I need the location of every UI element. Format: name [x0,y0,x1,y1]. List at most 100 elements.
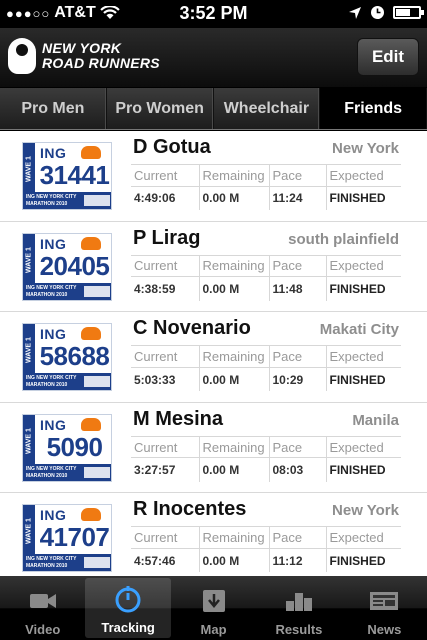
pace: 11:48 [269,276,327,301]
tab-results-label: Results [275,622,323,637]
col-remaining-label: Remaining [199,526,270,549]
col-pace-label: Pace [269,345,327,368]
bib-footer: ING NEW YORK CITY MARATHON 2010 [23,192,111,209]
bib-wave-label: WAVE 1 [23,505,35,558]
pace: 08:03 [269,457,327,482]
sponsor-badge-icon [84,466,110,478]
remaining-distance: 0.00 M [199,366,270,392]
lion-logo-icon [81,236,101,250]
remaining-distance: 0.00 M [199,185,270,210]
runner-city: south plainfield [288,230,399,248]
tab-map-label: Map [200,622,227,637]
remaining-distance: 0.00 M [199,548,270,573]
bib-brand: ING [40,235,67,252]
col-expected-label: Expected [326,345,401,368]
runner-row[interactable]: WAVE 1 ING 31441 ING NEW YORK CITY MARAT… [0,131,427,222]
tab-news[interactable]: News [342,576,427,640]
expected-finish: FINISHED [326,457,401,482]
race-bib: WAVE 1 ING 58688 ING NEW YORK CITY MARAT… [22,323,112,392]
current-time: 4:38:59 [131,276,200,301]
runner-row[interactable]: WAVE 1 ING 5090 ING NEW YORK CITY MARATH… [0,402,427,494]
newspaper-icon [369,586,399,616]
bib-number: 58688 [39,341,110,372]
runner-name: D Gotua [133,136,211,158]
sponsor-badge-icon [84,285,110,297]
current-time: 5:03:33 [131,366,200,392]
bib-number: 31441 [39,160,110,190]
runner-stats: Current Remaining Pace Expected 4:49:06 … [131,164,401,210]
tab-video[interactable]: Video [0,576,85,640]
tab-video-label: Video [25,622,61,637]
current-time: 4:49:06 [131,185,200,210]
runner-name: C Novenario [133,317,251,340]
col-expected-label: Expected [326,526,401,549]
segment-wheelchair[interactable]: Wheelchair [214,88,321,129]
bib-number: 5090 [46,431,103,462]
bib-brand: ING [40,145,67,161]
col-current-label: Current [131,345,200,368]
col-current-label: Current [131,254,200,277]
segment-friends[interactable]: Friends [320,88,427,129]
col-pace-label: Pace [269,164,327,187]
race-bib: WAVE 1 ING 5090 ING NEW YORK CITY MARATH… [22,413,112,482]
runner-row[interactable]: WAVE 1 ING 58688 ING NEW YORK CITY MARAT… [0,312,427,403]
bib-number: 20405 [39,250,110,281]
pace: 10:29 [269,366,327,392]
col-expected-label: Expected [326,254,401,277]
logo-line-1: NEW YORK [42,40,122,56]
race-bib: WAVE 1 ING 41707 ING NEW YORK CITY MARAT… [22,504,112,573]
col-expected-label: Expected [326,435,401,458]
status-bar: ●●●○○ AT&T 3:52 PM [0,0,427,28]
app-header: NEW YORK ROAD RUNNERS Edit [0,28,427,88]
pace: 11:24 [269,185,327,210]
results-bars-icon [284,586,314,616]
segment-pro-women[interactable]: Pro Women [107,88,214,129]
runner-city: Manila [352,411,399,429]
stopwatch-icon [113,584,143,614]
col-current-label: Current [131,164,200,187]
lion-logo-icon [81,417,101,431]
bib-brand: ING [40,507,67,524]
expected-finish: FINISHED [326,185,401,210]
runner-row[interactable]: WAVE 1 ING 41707 ING NEW YORK CITY MARAT… [0,493,427,576]
video-camera-icon [28,586,58,616]
edit-button[interactable]: Edit [357,38,419,76]
runner-stats: Current Remaining Pace Expected 4:38:59 … [131,254,401,301]
col-remaining-label: Remaining [199,164,270,187]
bib-wave-label: WAVE 1 [23,143,35,195]
col-remaining-label: Remaining [199,254,270,277]
runner-name: M Mesina [133,407,224,430]
runner-stats: Current Remaining Pace Expected 4:57:46 … [131,526,401,573]
tab-results[interactable]: Results [256,576,341,640]
runner-name: R Inocentes [133,498,247,521]
col-pace-label: Pace [269,435,327,458]
battery-icon [393,6,424,19]
tab-map[interactable]: Map [171,576,256,640]
segment-pro-men[interactable]: Pro Men [0,88,107,129]
col-expected-label: Expected [326,164,401,187]
runner-name: P Lirag [133,226,201,249]
bib-wave-label: WAVE 1 [23,324,35,377]
expected-finish: FINISHED [326,366,401,392]
runner-row[interactable]: WAVE 1 ING 20405 ING NEW YORK CITY MARAT… [0,221,427,313]
tab-tracking[interactable]: Tracking [85,578,171,638]
logo-text: NEW YORK ROAD RUNNERS [42,41,160,71]
runner-stats: Current Remaining Pace Expected 3:27:57 … [131,435,401,482]
sponsor-badge-icon [84,195,110,206]
logo-line-2: ROAD RUNNERS [42,55,160,71]
remaining-distance: 0.00 M [199,457,270,482]
nyrr-logo: NEW YORK ROAD RUNNERS [8,38,160,74]
race-bib: WAVE 1 ING 31441 ING NEW YORK CITY MARAT… [22,142,112,210]
tab-news-label: News [367,622,402,637]
bib-wave-label: WAVE 1 [23,414,35,467]
col-remaining-label: Remaining [199,435,270,458]
bib-brand: ING [40,416,67,433]
col-pace-label: Pace [269,254,327,277]
lion-logo-icon [81,327,101,341]
runner-list[interactable]: WAVE 1 ING 31441 ING NEW YORK CITY MARAT… [0,131,427,576]
runner-city: New York [332,140,399,157]
col-current-label: Current [131,526,200,549]
bib-footer: ING NEW YORK CITY MARATHON 2010 [23,554,111,572]
category-segmented-control: Pro Men Pro Women Wheelchair Friends [0,88,427,130]
lion-logo-icon [81,508,101,522]
